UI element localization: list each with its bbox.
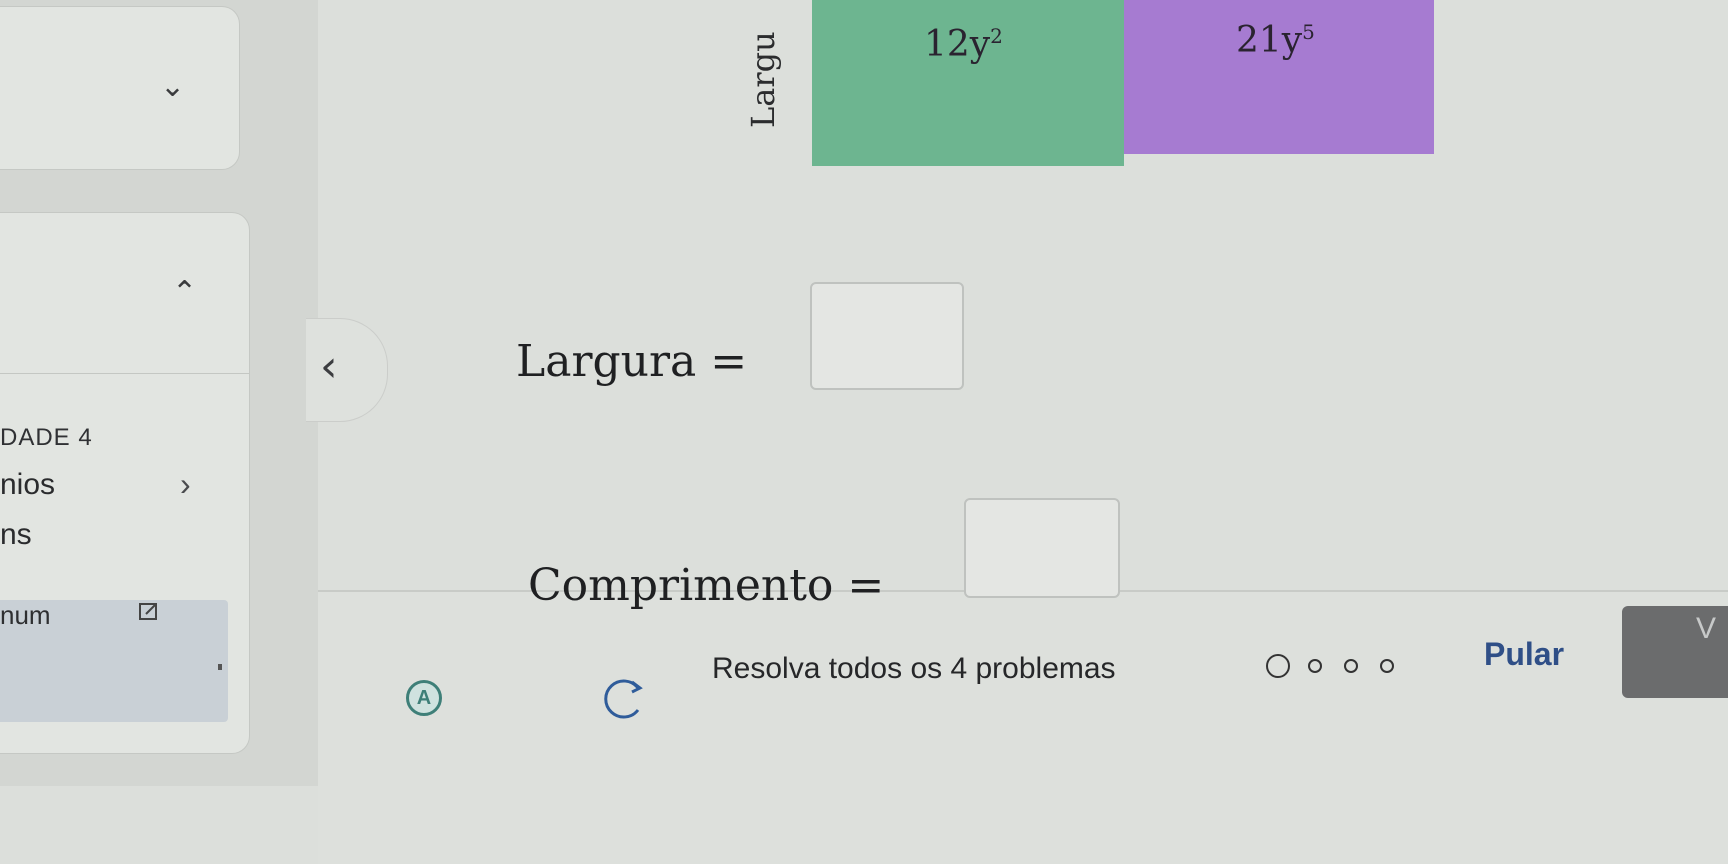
chevron-left-icon: ‹ bbox=[320, 341, 338, 392]
sidebar: ⌄ ⌃ DADE 4 nios › ns num bbox=[0, 0, 318, 786]
progress-dot-current bbox=[1266, 654, 1290, 678]
refresh-icon[interactable] bbox=[596, 672, 648, 724]
purple-area-label: 21y5 bbox=[1236, 20, 1315, 61]
edit-icon bbox=[139, 603, 157, 620]
sidebar-item-selected[interactable]: num bbox=[0, 600, 228, 722]
chevron-right-icon[interactable]: › bbox=[180, 466, 191, 503]
skip-button[interactable]: Pular bbox=[1484, 636, 1564, 673]
footer-bar bbox=[318, 590, 1728, 864]
width-side-label: Largu bbox=[744, 31, 782, 128]
sidebar-item-exercises[interactable]: nios bbox=[0, 468, 55, 502]
chevron-up-icon[interactable]: ⌃ bbox=[172, 275, 197, 310]
sidebar-item-label: num bbox=[0, 600, 51, 630]
progress-text: Resolva todos os 4 problemas bbox=[712, 652, 1116, 685]
verify-button[interactable]: V bbox=[1622, 606, 1728, 698]
progress-dot bbox=[1308, 659, 1322, 673]
decorative-mark bbox=[218, 664, 222, 670]
sidebar-item-lessons[interactable]: ns bbox=[0, 518, 32, 552]
unit-label: DADE 4 bbox=[0, 424, 93, 451]
largura-input[interactable] bbox=[810, 282, 964, 390]
progress-dot bbox=[1380, 659, 1394, 673]
verify-button-label: V bbox=[1696, 612, 1717, 645]
largura-label: Largura = bbox=[516, 336, 748, 387]
accessibility-icon[interactable]: A bbox=[406, 680, 442, 716]
progress-dot bbox=[1344, 659, 1358, 673]
green-area-label: 12y2 bbox=[924, 24, 1003, 65]
divider bbox=[0, 373, 250, 374]
chevron-down-icon[interactable]: ⌄ bbox=[160, 69, 185, 104]
previous-button[interactable]: ‹ bbox=[306, 318, 388, 422]
comprimento-input[interactable] bbox=[964, 498, 1120, 598]
comprimento-label: Comprimento = bbox=[528, 560, 885, 611]
sidebar-collapsed-card[interactable]: ⌄ bbox=[0, 6, 240, 170]
